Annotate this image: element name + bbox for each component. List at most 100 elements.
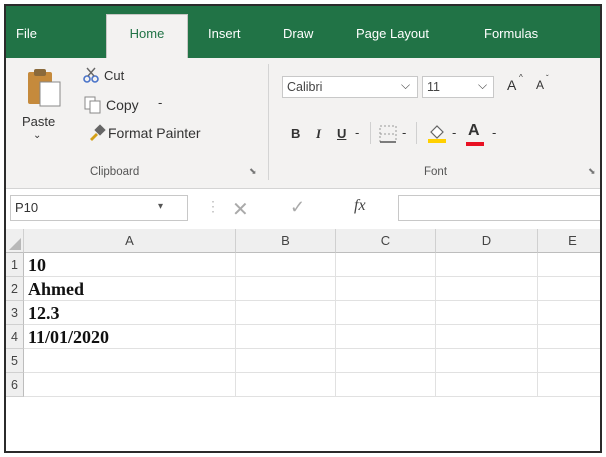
- underline-button[interactable]: U: [337, 126, 346, 141]
- tab-file[interactable]: File: [16, 26, 37, 42]
- tab-draw[interactable]: Draw: [283, 26, 313, 42]
- cell[interactable]: [236, 253, 336, 277]
- clipboard-group-label: Clipboard: [90, 166, 140, 178]
- cell[interactable]: [336, 301, 436, 325]
- row-header[interactable]: 1: [6, 253, 24, 277]
- cell[interactable]: [336, 325, 436, 349]
- copy-button[interactable]: Copy -: [82, 94, 202, 116]
- cell[interactable]: [236, 373, 336, 397]
- format-painter-button[interactable]: Format Painter: [88, 122, 248, 144]
- copy-label: Copy: [106, 97, 139, 113]
- italic-button[interactable]: I: [316, 126, 321, 142]
- paste-icon: [28, 69, 61, 107]
- enter-icon[interactable]: ✓: [290, 197, 305, 218]
- fill-color-icon[interactable]: [426, 122, 448, 144]
- ribbon: Paste ⌄ Cut Copy - Format Painter Clipbo…: [6, 58, 600, 189]
- group-divider: [268, 64, 269, 180]
- row-header[interactable]: 3: [6, 301, 24, 325]
- divider: [416, 122, 417, 144]
- font-color-button[interactable]: A: [468, 122, 480, 140]
- bold-button[interactable]: B: [291, 126, 300, 141]
- cell[interactable]: [336, 349, 436, 373]
- cell-a1[interactable]: [24, 253, 236, 277]
- cell[interactable]: [236, 301, 336, 325]
- more-options-icon: ⋮: [206, 198, 220, 214]
- font-launcher-icon[interactable]: ⬊: [588, 166, 596, 177]
- select-all-icon: [9, 238, 21, 250]
- shrink-font-button[interactable]: A: [536, 78, 544, 92]
- formula-bar: P10 ▾ ⋮ ✕ ✓ fx: [6, 189, 600, 229]
- column-header-e[interactable]: E: [538, 229, 600, 253]
- underline-dropdown-icon[interactable]: -: [355, 125, 359, 140]
- cell-a1-value: 10: [28, 255, 46, 275]
- cell[interactable]: [436, 253, 538, 277]
- font-group-label: Font: [424, 166, 448, 178]
- cell[interactable]: [538, 301, 600, 325]
- row-header[interactable]: 4: [6, 325, 24, 349]
- cut-button[interactable]: Cut: [82, 66, 172, 86]
- cell[interactable]: [538, 277, 600, 301]
- tab-overflow: F: [599, 26, 600, 42]
- column-header-c[interactable]: C: [336, 229, 436, 253]
- format-painter-label: Format Painter: [108, 125, 201, 141]
- cancel-icon[interactable]: ✕: [232, 197, 249, 222]
- scissors-icon: [83, 67, 99, 83]
- shrink-arrow-icon: ˇ: [546, 74, 549, 83]
- insert-function-button[interactable]: fx: [354, 197, 366, 215]
- fill-color-dropdown-icon[interactable]: -: [452, 125, 456, 140]
- cell[interactable]: [436, 373, 538, 397]
- name-box-value: P10: [15, 200, 39, 215]
- brush-icon: [90, 124, 106, 141]
- cell[interactable]: [336, 373, 436, 397]
- tab-formulas[interactable]: Formulas: [484, 26, 538, 42]
- row-header[interactable]: 5: [6, 349, 24, 373]
- cut-label: Cut: [104, 68, 125, 83]
- cell[interactable]: [538, 373, 600, 397]
- font-size-value: 11: [427, 80, 440, 94]
- cell[interactable]: [436, 325, 538, 349]
- font-family-select[interactable]: Calibri: [282, 76, 418, 98]
- chevron-down-icon: ⌄: [33, 130, 42, 141]
- clipboard-launcher-icon[interactable]: ⬊: [249, 166, 257, 177]
- borders-dropdown-icon[interactable]: -: [402, 125, 406, 140]
- paste-button[interactable]: Paste ⌄: [18, 66, 64, 146]
- grow-arrow-icon: ^: [519, 73, 523, 82]
- cell[interactable]: [436, 349, 538, 373]
- divider: [370, 122, 371, 144]
- cell[interactable]: [336, 277, 436, 301]
- row-header[interactable]: 2: [6, 277, 24, 301]
- row-header[interactable]: 6: [6, 373, 24, 397]
- cell[interactable]: [436, 277, 538, 301]
- grow-font-button[interactable]: A: [507, 77, 516, 93]
- cell-a3-value: 12.3: [28, 303, 60, 323]
- font-family-value: Calibri: [287, 80, 323, 94]
- font-family-dropdown-icon[interactable]: ⌵: [401, 78, 410, 93]
- cell[interactable]: [538, 253, 600, 277]
- font-size-dropdown-icon[interactable]: ⌵: [478, 78, 487, 93]
- cell[interactable]: [436, 301, 538, 325]
- tab-page-layout[interactable]: Page Layout: [356, 26, 429, 42]
- font-color-dropdown-icon[interactable]: -: [492, 125, 496, 140]
- copy-icon: [84, 96, 101, 114]
- worksheet-grid: A B C D E 1 10 2 Ahmed 3 12.3 4 11/01/20…: [6, 229, 600, 451]
- column-header-a[interactable]: A: [24, 229, 236, 253]
- formula-input[interactable]: [398, 195, 600, 221]
- column-header-b[interactable]: B: [236, 229, 336, 253]
- cell-a6[interactable]: [24, 373, 236, 397]
- cell[interactable]: [336, 253, 436, 277]
- copy-dropdown-icon[interactable]: -: [158, 95, 162, 110]
- cell[interactable]: [236, 349, 336, 373]
- tab-insert[interactable]: Insert: [208, 26, 241, 42]
- cell[interactable]: [236, 277, 336, 301]
- ribbon-tab-bar: File Home Insert Draw Page Layout Formul…: [6, 6, 600, 58]
- cell-a4-value: 11/01/2020: [28, 327, 110, 347]
- borders-icon[interactable]: [378, 124, 398, 144]
- cell-a5[interactable]: [24, 349, 236, 373]
- column-header-d[interactable]: D: [436, 229, 538, 253]
- cell[interactable]: [236, 325, 336, 349]
- select-all-corner[interactable]: [6, 229, 24, 253]
- name-box-dropdown-icon[interactable]: ▾: [158, 201, 163, 212]
- tab-home[interactable]: Home: [106, 14, 188, 58]
- cell[interactable]: [538, 349, 600, 373]
- cell[interactable]: [538, 325, 600, 349]
